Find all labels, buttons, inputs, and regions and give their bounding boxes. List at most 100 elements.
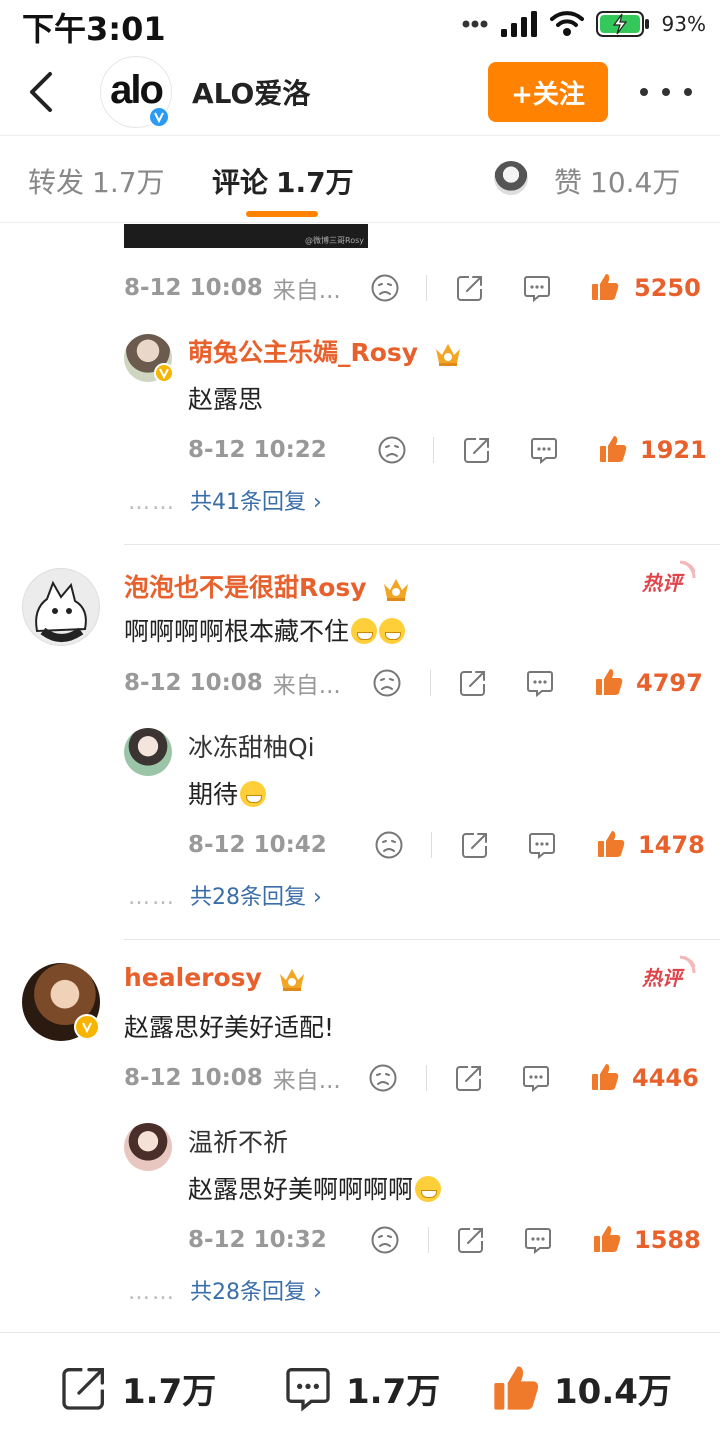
status-bar: 下午3:01 93% <box>0 0 720 48</box>
thumbs-up-icon[interactable] <box>590 272 620 302</box>
avatar[interactable] <box>124 728 172 776</box>
action-separator <box>431 832 432 858</box>
comment-source: 来自... <box>272 1068 341 1094</box>
avatar[interactable] <box>22 568 100 646</box>
ellipsis-icon <box>462 20 488 28</box>
account-name[interactable]: ALO爱洛 <box>192 72 310 112</box>
dislike-face-icon[interactable] <box>370 273 400 303</box>
signal-icon <box>500 11 537 37</box>
like-button[interactable]: 10.4万 <box>490 1363 672 1413</box>
like-count: 1478 <box>638 831 705 859</box>
thumbs-up-icon[interactable] <box>590 1062 620 1092</box>
share-icon[interactable] <box>458 668 488 698</box>
tab-like-count: 10.4万 <box>590 166 681 199</box>
active-tab-indicator <box>246 211 318 217</box>
like-count: 4797 <box>636 669 703 697</box>
bottom-action-bar: 1.7万 1.7万 10.4万 <box>0 1332 720 1440</box>
reply-meta: 8-12 10:22 <box>188 430 327 470</box>
status-icons: 93% <box>462 10 706 38</box>
comment-username-text: healerosy <box>124 963 262 992</box>
reply-username[interactable]: 萌兔公主乐嫣_Rosy <box>188 333 463 369</box>
thumbs-up-icon[interactable] <box>592 1224 622 1254</box>
tab-repost-count: 1.7万 <box>92 166 165 199</box>
share-icon[interactable] <box>462 435 492 465</box>
verified-badge-icon <box>154 363 174 383</box>
liker-avatar <box>494 161 528 195</box>
comment-username-text: 泡泡也不是很甜Rosy <box>124 573 367 602</box>
comment-text: 啊啊啊啊根本藏不住 <box>124 612 406 648</box>
like-count: 1921 <box>640 436 707 464</box>
interaction-tabs: 转发 1.7万 评论 1.7万 赞 10.4万 <box>0 137 720 223</box>
dislike-face-icon[interactable] <box>368 1063 398 1093</box>
verified-badge-icon <box>148 106 170 128</box>
action-separator <box>430 670 431 696</box>
comment-username[interactable]: healerosy <box>124 963 307 992</box>
reply-bubble-icon[interactable] <box>525 668 555 698</box>
excited-emoji-icon <box>415 1176 442 1202</box>
reply-text: 赵露思好美啊啊啊啊 <box>188 1170 442 1206</box>
reply-bubble-icon[interactable] <box>522 273 552 303</box>
view-replies-link[interactable]: …… 共28条回复 › <box>128 879 322 911</box>
battery-percent: 93% <box>661 12 706 36</box>
reply-bubble-icon[interactable] <box>523 1225 553 1255</box>
reply-bubble-icon[interactable] <box>529 435 559 465</box>
dislike-face-icon[interactable] <box>370 1225 400 1255</box>
comment-time: 8-12 10:08 <box>124 670 263 696</box>
comment-count: 1.7万 <box>346 1371 441 1412</box>
tab-repost[interactable]: 转发 1.7万 <box>28 161 165 201</box>
thumbs-up-icon[interactable] <box>598 434 628 464</box>
reply-username[interactable]: 冰冻甜柚Qi <box>188 728 315 764</box>
tab-like[interactable]: 赞 10.4万 <box>554 161 680 201</box>
thumbs-up-icon[interactable] <box>594 667 624 697</box>
more-options-icon[interactable] <box>640 80 692 104</box>
excited-emoji-icon <box>240 781 267 807</box>
comment-time: 8-12 10:08 <box>124 275 263 301</box>
comment-text: 赵露思好美好适配! <box>124 1013 335 1042</box>
svg-text:热评: 热评 <box>641 571 685 595</box>
follow-button[interactable]: +关注 <box>488 62 608 122</box>
repost-button[interactable]: 1.7万 <box>58 1363 216 1413</box>
avatar[interactable] <box>124 1123 172 1171</box>
repost-count: 1.7万 <box>122 1371 217 1412</box>
comment-meta: 8-12 10:08 来自... <box>124 1058 341 1098</box>
thumbs-up-icon <box>494 1366 539 1410</box>
reply-meta: 8-12 10:32 <box>188 1220 327 1260</box>
action-separator <box>426 275 427 301</box>
verified-badge-icon <box>74 1014 100 1040</box>
share-icon[interactable] <box>455 273 485 303</box>
comment-username[interactable]: 泡泡也不是很甜Rosy <box>124 568 411 604</box>
dislike-face-icon[interactable] <box>372 668 402 698</box>
post-header: alo ALO爱洛 +关注 <box>0 50 720 136</box>
view-replies-link[interactable]: …… 共41条回复 › <box>128 484 322 516</box>
action-separator <box>428 1227 429 1253</box>
comment-divider <box>124 544 720 545</box>
dislike-face-icon[interactable] <box>374 830 404 860</box>
battery-icon <box>595 11 649 37</box>
reply-time: 8-12 10:22 <box>188 437 327 463</box>
dislike-face-icon[interactable] <box>377 435 407 465</box>
replies-link-label: 共41条回复 <box>190 490 306 515</box>
tab-comment-label: 评论 <box>212 166 269 199</box>
comment-button[interactable]: 1.7万 <box>282 1363 440 1413</box>
tab-comment[interactable]: 评论 1.7万 <box>212 161 354 201</box>
share-icon[interactable] <box>460 830 490 860</box>
like-count: 1588 <box>634 1226 701 1254</box>
comment-source: 来自... <box>272 673 341 699</box>
svg-text:热评: 热评 <box>641 966 685 990</box>
comment-image[interactable]: @微博三哥Rosy <box>124 224 368 248</box>
reply-time: 8-12 10:42 <box>188 832 327 858</box>
reply-text-body: 期待 <box>188 780 239 809</box>
reply-bubble-icon[interactable] <box>521 1063 551 1093</box>
share-icon[interactable] <box>456 1225 486 1255</box>
back-arrow-icon[interactable] <box>22 68 62 116</box>
share-icon[interactable] <box>454 1063 484 1093</box>
reply-text: 期待 <box>188 775 267 811</box>
laugh-emoji-icon <box>351 618 378 644</box>
reply-username[interactable]: 温祈不祈 <box>188 1123 288 1159</box>
reply-username-text: 萌兔公主乐嫣_Rosy <box>188 338 419 367</box>
reply-bubble-icon[interactable] <box>527 830 557 860</box>
like-count: 4446 <box>632 1064 699 1092</box>
thumbs-up-icon[interactable] <box>596 829 626 859</box>
reply-time: 8-12 10:32 <box>188 1227 327 1253</box>
view-replies-link[interactable]: …… 共28条回复 › <box>128 1274 322 1306</box>
